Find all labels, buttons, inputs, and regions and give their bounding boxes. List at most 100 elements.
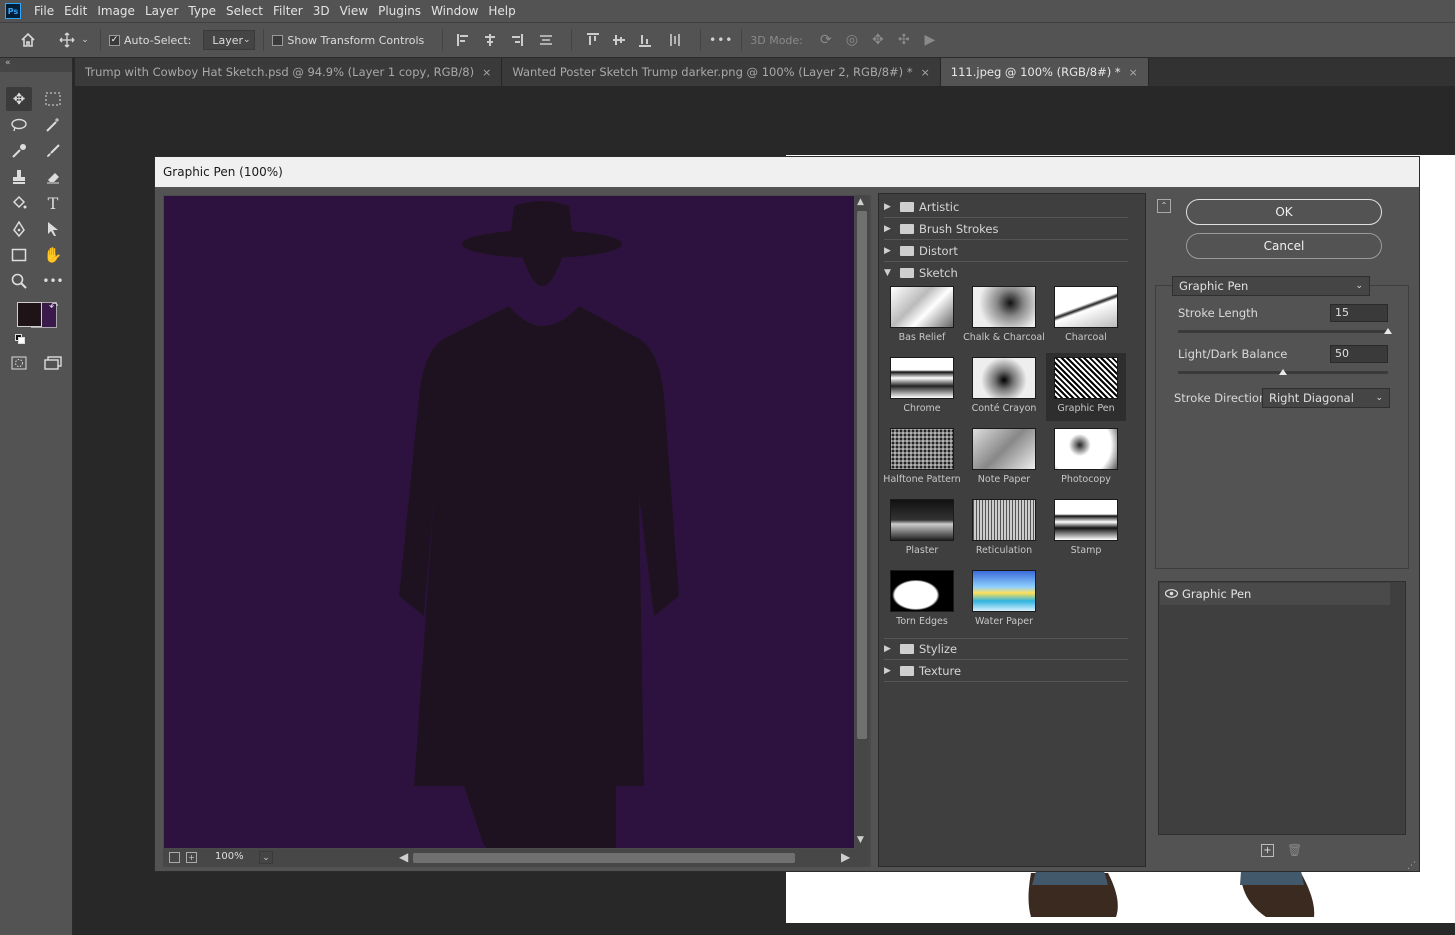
zoom-tool-icon[interactable] <box>6 269 32 293</box>
category-sketch[interactable]: ▼ Sketch <box>884 262 1128 284</box>
move-tool-icon[interactable] <box>56 32 78 48</box>
scrollbar-thumb[interactable] <box>857 211 867 739</box>
scrollbar-thumb[interactable] <box>413 853 795 863</box>
distribute-vertical-icon[interactable] <box>658 33 692 47</box>
menu-file[interactable]: File <box>29 0 59 22</box>
filter-thumb-charcoal[interactable]: Charcoal <box>1046 282 1126 350</box>
quick-mask-icon[interactable] <box>6 351 32 375</box>
menu-filter[interactable]: Filter <box>268 0 308 22</box>
rectangle-tool-icon[interactable] <box>6 243 32 267</box>
menu-window[interactable]: Window <box>426 0 483 22</box>
visibility-eye-icon[interactable] <box>1160 587 1182 601</box>
stamp-tool-icon[interactable] <box>6 165 32 189</box>
preview-vertical-scrollbar[interactable]: ▲ ▼ <box>855 195 869 849</box>
filter-thumb-halftone-pattern[interactable]: Halftone Pattern <box>882 424 962 492</box>
align-bottom-icon[interactable] <box>632 33 658 47</box>
3d-slide-icon[interactable]: ✣ <box>891 32 917 48</box>
distribute-icon[interactable] <box>529 33 563 47</box>
eraser-tool-icon[interactable] <box>40 165 66 189</box>
stroke-direction-dropdown[interactable]: Right Diagonal ⌄ <box>1262 388 1390 408</box>
category-texture[interactable]: ▶ Texture <box>884 660 1128 682</box>
filter-thumb-note-paper[interactable]: Note Paper <box>964 424 1044 492</box>
3d-pan-icon[interactable]: ✥ <box>865 32 891 48</box>
type-tool-icon[interactable]: T <box>40 191 66 215</box>
pen-tool-icon[interactable] <box>6 217 32 241</box>
lasso-tool-icon[interactable] <box>6 113 32 137</box>
swap-colors-icon[interactable]: ↶ <box>49 300 58 313</box>
filter-thumb-reticulation[interactable]: Reticulation <box>964 495 1044 563</box>
filter-thumb-graphic-pen[interactable]: Graphic Pen <box>1046 353 1126 421</box>
menu-select[interactable]: Select <box>221 0 268 22</box>
menu-layer[interactable]: Layer <box>140 0 183 22</box>
filter-thumb-chrome[interactable]: Chrome <box>882 353 962 421</box>
scroll-right-icon[interactable]: ▶ <box>841 850 850 864</box>
zoom-in-icon[interactable]: + <box>186 852 197 863</box>
stroke-length-slider-handle[interactable] <box>1384 328 1392 334</box>
light-dark-slider-handle[interactable] <box>1279 369 1287 375</box>
filter-thumb-stamp[interactable]: Stamp <box>1046 495 1126 563</box>
scroll-left-icon[interactable]: ◀ <box>399 850 408 864</box>
align-middle-icon[interactable] <box>606 33 632 47</box>
stroke-length-input[interactable]: 15 <box>1330 304 1388 322</box>
foreground-color-swatch[interactable] <box>17 302 42 327</box>
menu-plugins[interactable]: Plugins <box>373 0 426 22</box>
filter-thumb-conte-crayon[interactable]: Conté Crayon <box>964 353 1044 421</box>
toolbar-collapse-icon[interactable]: « <box>0 58 72 72</box>
close-icon[interactable]: × <box>1129 66 1138 79</box>
zoom-dropdown-icon[interactable]: ⌄ <box>259 851 273 864</box>
filter-thumb-photocopy[interactable]: Photocopy <box>1046 424 1126 492</box>
category-brush-strokes[interactable]: ▶ Brush Strokes <box>884 218 1128 240</box>
screen-mode-icon[interactable] <box>40 351 66 375</box>
filter-select-dropdown[interactable]: Graphic Pen ⌄ <box>1172 276 1370 296</box>
ok-button[interactable]: OK <box>1186 199 1382 225</box>
align-top-icon[interactable] <box>580 33 606 47</box>
delete-effect-layer-icon[interactable]: 🗑 <box>1287 843 1302 857</box>
zoom-level[interactable]: 100% <box>215 851 244 862</box>
filter-thumb-torn-edges[interactable]: Torn Edges <box>882 566 962 634</box>
3d-orbit-icon[interactable]: ⟳ <box>813 32 839 48</box>
magic-wand-icon[interactable] <box>40 113 66 137</box>
marquee-tool-icon[interactable] <box>40 87 66 111</box>
new-effect-layer-icon[interactable]: + <box>1261 844 1274 857</box>
resize-grip-icon[interactable]: ⋰ <box>1407 861 1416 871</box>
home-icon[interactable] <box>0 32 56 48</box>
light-dark-input[interactable]: 50 <box>1330 345 1388 363</box>
effect-layer-row[interactable]: Graphic Pen <box>1160 583 1390 605</box>
collapse-gallery-icon[interactable]: ⌃ <box>1157 199 1171 213</box>
filter-thumb-water-paper[interactable]: Water Paper <box>964 566 1044 634</box>
filter-thumb-plaster[interactable]: Plaster <box>882 495 962 563</box>
3d-roll-icon[interactable]: ◎ <box>839 32 865 48</box>
path-selection-icon[interactable] <box>40 217 66 241</box>
3d-camera-icon[interactable]: ▶ <box>917 32 943 48</box>
menu-view[interactable]: View <box>335 0 373 22</box>
category-artistic[interactable]: ▶ Artistic <box>884 196 1128 218</box>
preview-canvas[interactable] <box>164 196 854 848</box>
menu-type[interactable]: Type <box>183 0 221 22</box>
menu-image[interactable]: Image <box>92 0 140 22</box>
menu-edit[interactable]: Edit <box>59 0 92 22</box>
eyedropper-icon[interactable] <box>6 139 32 163</box>
zoom-out-icon[interactable] <box>169 852 180 863</box>
align-right-icon[interactable] <box>503 33 529 47</box>
more-tools-icon[interactable]: ••• <box>40 269 66 293</box>
filter-thumb-chalk-charcoal[interactable]: Chalk & Charcoal <box>963 282 1045 350</box>
close-icon[interactable]: × <box>482 66 491 79</box>
scroll-up-icon[interactable]: ▲ <box>857 197 864 207</box>
auto-select-checkbox[interactable]: ✓ <box>109 34 120 46</box>
tab-document-1[interactable]: Trump with Cowboy Hat Sketch.psd @ 94.9%… <box>75 58 503 86</box>
default-colors-icon[interactable] <box>15 333 25 344</box>
filter-thumb-bas-relief[interactable]: Bas Relief <box>882 282 962 350</box>
tab-document-3[interactable]: 111.jpeg @ 100% (RGB/8#) * × <box>940 58 1149 86</box>
category-distort[interactable]: ▶ Distort <box>884 240 1128 262</box>
scroll-down-icon[interactable]: ▼ <box>857 835 864 845</box>
menu-3d[interactable]: 3D <box>308 0 335 22</box>
stroke-length-slider[interactable] <box>1178 330 1388 333</box>
brush-tool-icon[interactable] <box>40 139 66 163</box>
tab-document-2[interactable]: Wanted Poster Sketch Trump darker.png @ … <box>502 58 941 86</box>
paint-bucket-icon[interactable] <box>6 191 32 215</box>
close-icon[interactable]: × <box>921 66 930 79</box>
category-stylize[interactable]: ▶ Stylize <box>884 638 1128 660</box>
hand-tool-icon[interactable]: ✋ <box>40 243 66 267</box>
more-options-icon[interactable]: ••• <box>709 33 733 47</box>
align-left-icon[interactable] <box>451 33 477 47</box>
